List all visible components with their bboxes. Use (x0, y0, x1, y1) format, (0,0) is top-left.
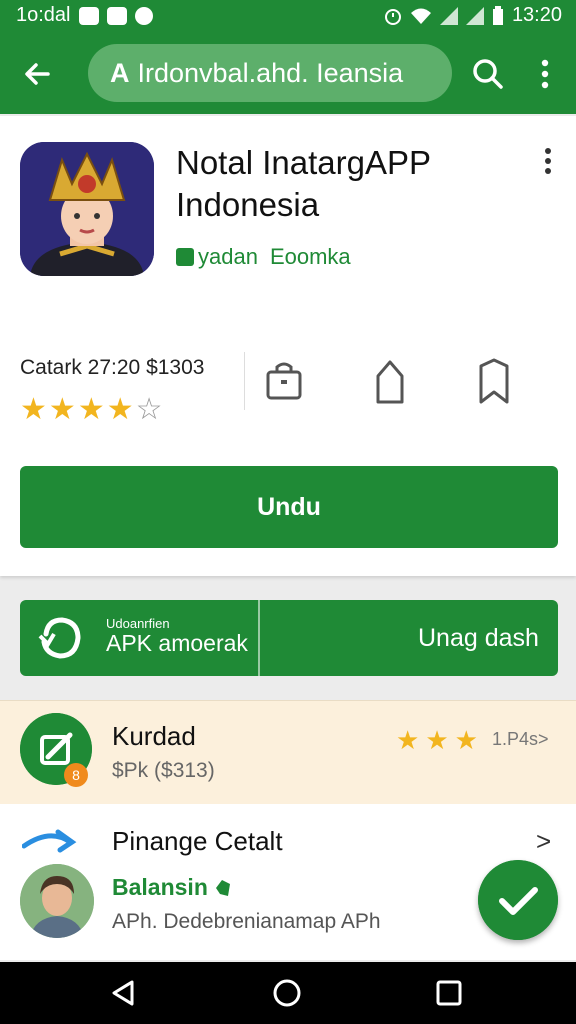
star-filled-icon: ★ (425, 725, 449, 755)
banner-label: APK amoerak (106, 630, 248, 656)
more-vert-icon[interactable] (536, 146, 560, 176)
star-filled-icon: ★ (454, 725, 478, 755)
chevron-right-icon[interactable]: > (536, 826, 551, 857)
status-right: 13:20 (384, 4, 562, 27)
search-icon[interactable] (468, 54, 508, 94)
alarm-icon (384, 8, 401, 25)
app-bar: A Irdonvbal.ahd. Ieansia (0, 32, 576, 114)
star-filled-icon: ★ (20, 393, 47, 426)
avatar (20, 864, 94, 938)
developer-badge-icon (176, 248, 194, 266)
home-icon[interactable] (272, 978, 302, 1008)
item-developer: Balansin (112, 874, 232, 901)
system-nav-bar (0, 962, 576, 1024)
banner-button[interactable]: Unag dash (418, 624, 539, 653)
divider (244, 352, 245, 410)
status-time: 13:20 (511, 4, 562, 26)
install-button[interactable]: Undu (20, 466, 558, 548)
notification-icon (78, 6, 99, 25)
item-rating-text: 1.P4s> (492, 729, 549, 749)
star-filled-icon: ★ (396, 725, 420, 755)
back-arrow-icon[interactable] (18, 54, 58, 94)
item-rating-stars: ★ ★ ★ (396, 725, 478, 756)
banner-small-text: Udoanrfien (106, 616, 170, 631)
item-title: Pinange Cetalt (112, 826, 283, 856)
app-header-card: Notal InatargAPP Indonesia yadan Eoomka … (0, 116, 576, 576)
more-vert-icon[interactable] (530, 54, 560, 94)
back-icon[interactable] (108, 978, 138, 1008)
signal2-icon (465, 6, 484, 25)
status-left: 1o:dal (16, 4, 153, 27)
recents-icon[interactable] (434, 978, 464, 1008)
location-icon (134, 6, 153, 25)
swoosh-arrow-icon (22, 829, 77, 853)
star-filled-icon: ★ (48, 393, 76, 426)
developer-name: yadan (198, 244, 258, 269)
apk-banner: Udoanrfien APK amoerak Unag dash (20, 600, 558, 676)
share-icon[interactable] (370, 358, 410, 404)
item-subtitle: APh. Dedebrenianamap APh (112, 910, 381, 933)
bookmark-icon[interactable] (474, 358, 514, 404)
verified-icon (215, 879, 230, 896)
bag-icon[interactable] (264, 358, 304, 404)
list-item[interactable]: 8 Kurdad $Pk ($313) ★ ★ ★ 1.P4s> (0, 700, 576, 805)
item-badge: 8 (64, 763, 88, 787)
battery-icon (492, 5, 503, 25)
star-empty-icon: ☆ (135, 393, 163, 426)
category-name: Eoomka (269, 244, 351, 269)
search-field[interactable]: A Irdonvbal.ahd. Ieansia (88, 44, 452, 102)
check-fab-button[interactable] (478, 860, 558, 940)
item-developer-name: Balansin (112, 874, 208, 900)
app-icon[interactable] (20, 142, 154, 276)
status-bar: 1o:dal 13:20 (0, 0, 576, 32)
star-filled-icon: ★ (106, 393, 134, 426)
item-subtitle: $Pk ($313) (112, 759, 215, 782)
refresh-check-icon (38, 617, 81, 659)
signal-icon (439, 6, 458, 25)
message-icon (106, 6, 127, 25)
developer-link[interactable]: yadan Eoomka (176, 244, 351, 270)
search-badge: A (110, 57, 130, 88)
status-carrier: 1o:dal (16, 4, 71, 26)
wifi-icon (410, 8, 431, 24)
banner-divider (258, 600, 260, 676)
star-filled-icon: ★ (77, 393, 105, 426)
item-title: Kurdad (112, 721, 196, 751)
search-text: Irdonvbal.ahd. Ieansia (137, 57, 404, 88)
app-meta: Catark 27:20 $1303 (20, 356, 205, 379)
rating-stars: ★ ★ ★ ★ ☆ (20, 392, 163, 427)
app-title: Notal InatargAPP Indonesia (176, 144, 431, 223)
